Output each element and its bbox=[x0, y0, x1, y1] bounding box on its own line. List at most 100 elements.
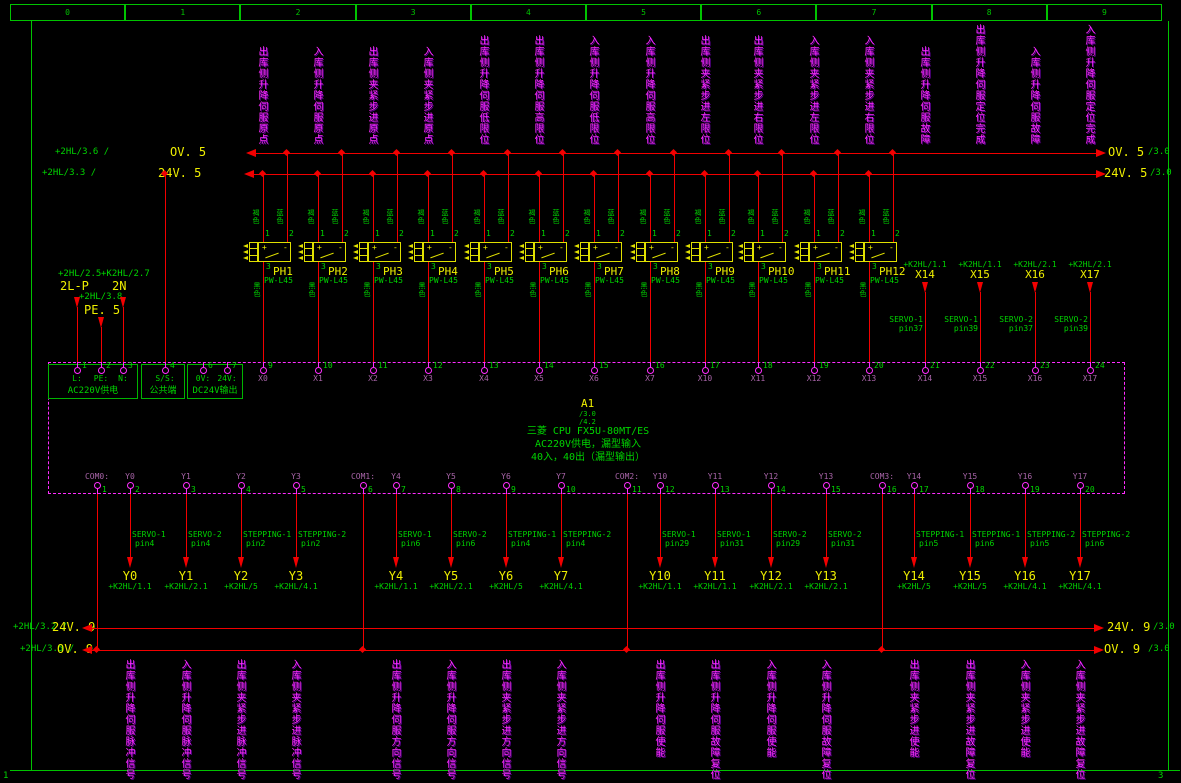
input-signal-label: 入库侧夹紧步进左限位 bbox=[807, 35, 817, 145]
input-label: X14 bbox=[915, 269, 935, 280]
junction-dot bbox=[424, 170, 431, 177]
sensor-emitter bbox=[855, 242, 864, 262]
terminal-pin: 17 bbox=[710, 362, 720, 370]
sensor-minus: - bbox=[559, 244, 564, 252]
terminal-label: Y4 bbox=[391, 473, 401, 481]
sensor-model: PW-L45 bbox=[595, 277, 624, 285]
output-device-label: STEPPING-1 bbox=[243, 531, 291, 539]
sensor-terminal-pin: 2 bbox=[565, 230, 570, 238]
output-ref: +K2HL/4.1 bbox=[539, 583, 582, 591]
sensor-emitter-line bbox=[856, 248, 863, 249]
sensor-emitter-line bbox=[856, 255, 863, 256]
terminal-pin: 2 bbox=[135, 486, 140, 494]
output-arrow bbox=[657, 557, 663, 568]
sensor-emitter-line bbox=[801, 248, 808, 249]
sensor-wire-24v bbox=[263, 175, 264, 242]
sensor-minus: - bbox=[725, 244, 730, 252]
sensor-plus: + bbox=[372, 244, 377, 252]
bus-arrow-right bbox=[1094, 624, 1104, 632]
sensor-terminal-pin: 1 bbox=[375, 230, 380, 238]
terminal-label: X7 bbox=[645, 375, 655, 383]
input-wire bbox=[980, 292, 981, 362]
terminal-circle bbox=[425, 367, 432, 374]
sensor-emitter-line bbox=[471, 255, 478, 256]
wire-color-label: 褐色 bbox=[803, 209, 810, 225]
output-signal-label: 出库侧夹紧步进故障复位 bbox=[963, 659, 973, 780]
sensor-minus: - bbox=[338, 244, 343, 252]
sensor-emitter-line bbox=[637, 248, 644, 249]
terminal-label: Y12 bbox=[764, 473, 778, 481]
sensor-emitter-arrow bbox=[243, 256, 248, 260]
junction-dot bbox=[834, 149, 841, 156]
terminal-pin: 14 bbox=[544, 362, 554, 370]
sensor-terminal-pin: 3 bbox=[653, 263, 658, 271]
wire-color-label: 褐色 bbox=[473, 209, 480, 225]
terminal-label: PE: bbox=[94, 375, 108, 383]
sensor-minus: - bbox=[393, 244, 398, 252]
output-device-label: STEPPING-1 bbox=[972, 531, 1020, 539]
wire-color-label: 褐色 bbox=[747, 209, 754, 225]
sensor-minus: - bbox=[834, 244, 839, 252]
output-arrow bbox=[183, 557, 189, 568]
terminal-pin: 11 bbox=[632, 486, 642, 494]
output-device-pin: pin4 bbox=[566, 540, 585, 548]
output-arrow bbox=[503, 557, 509, 568]
plc-description-line: 三菱 CPU FX5U-80MT/ES bbox=[527, 427, 649, 437]
sensor-terminal-pin: 2 bbox=[620, 230, 625, 238]
sensor-wire-24v bbox=[650, 175, 651, 242]
terminal-pin: 13 bbox=[720, 486, 730, 494]
bus-line-ov9 bbox=[88, 650, 1098, 651]
power-input-label: 2N bbox=[112, 280, 126, 292]
wire-color-label: 褐色 bbox=[858, 209, 865, 225]
input-signal-label: 出库侧升降伺服原点 bbox=[256, 46, 266, 145]
junction-dot bbox=[283, 149, 290, 156]
terminal-pin: 7 bbox=[232, 362, 237, 370]
sensor-wire-0v bbox=[563, 154, 564, 242]
sensor-minus: - bbox=[670, 244, 675, 252]
terminal-circle bbox=[224, 367, 231, 374]
com-wire bbox=[363, 494, 364, 650]
input-device-label: SERVO-1 bbox=[944, 316, 978, 324]
bus-right-ref: /3.0 bbox=[1150, 169, 1172, 178]
power-input-ref: +2HL/3.8 bbox=[79, 293, 122, 302]
frame-right-border bbox=[1168, 21, 1169, 770]
bus-right-label: OV. 9 bbox=[1104, 643, 1140, 655]
sensor-model: PW-L45 bbox=[374, 277, 403, 285]
output-ref: +K2HL/4.1 bbox=[274, 583, 317, 591]
sensor-emitter-line bbox=[305, 255, 312, 256]
output-signal-label: 入库侧升降伺服使能 bbox=[764, 659, 774, 758]
output-label: Y0 bbox=[123, 570, 137, 582]
sensor-plus: + bbox=[483, 244, 488, 252]
output-label: Y3 bbox=[289, 570, 303, 582]
sensor-emitter bbox=[636, 242, 645, 262]
output-ref: +K2HL/5 bbox=[953, 583, 987, 591]
plc-group-label: AC220V供电 bbox=[68, 387, 119, 396]
bus-arrow-left bbox=[82, 646, 92, 654]
input-signal-label: 入库侧升降伺服定位完成 bbox=[1083, 24, 1093, 145]
com-wire bbox=[882, 494, 883, 650]
sensor-wire-24v bbox=[428, 175, 429, 242]
ruler-cell: 5 bbox=[586, 4, 701, 21]
output-signal-label: 出库侧夹紧步进使能 bbox=[907, 659, 917, 758]
sensor-plus: + bbox=[649, 244, 654, 252]
terminal-pin: 19 bbox=[819, 362, 829, 370]
terminal-label: Y3 bbox=[291, 473, 301, 481]
terminal-label: Y1 bbox=[181, 473, 191, 481]
wire-color-label: 蓝色 bbox=[386, 209, 393, 225]
terminal-pin: 19 bbox=[1030, 486, 1040, 494]
terminal-pin: 18 bbox=[763, 362, 773, 370]
sensor-emitter-arrow bbox=[630, 244, 635, 248]
sensor-emitter-arrow bbox=[519, 256, 524, 260]
bus-right-label: 24V. 9 bbox=[1107, 621, 1150, 633]
sensor-emitter-arrow bbox=[738, 244, 743, 248]
sensor-emitter-arrow bbox=[464, 250, 469, 254]
power-wire bbox=[123, 307, 124, 362]
junction-dot bbox=[480, 170, 487, 177]
ss-wire bbox=[165, 174, 166, 362]
sensor-terminal-pin: 1 bbox=[541, 230, 546, 238]
terminal-pin: 10 bbox=[566, 486, 576, 494]
sensor-emitter-arrow bbox=[408, 256, 413, 260]
output-signal-label: 入库侧夹紧步进脉冲信号 bbox=[289, 659, 299, 780]
output-wire bbox=[715, 494, 716, 557]
sensor-plus: + bbox=[538, 244, 543, 252]
